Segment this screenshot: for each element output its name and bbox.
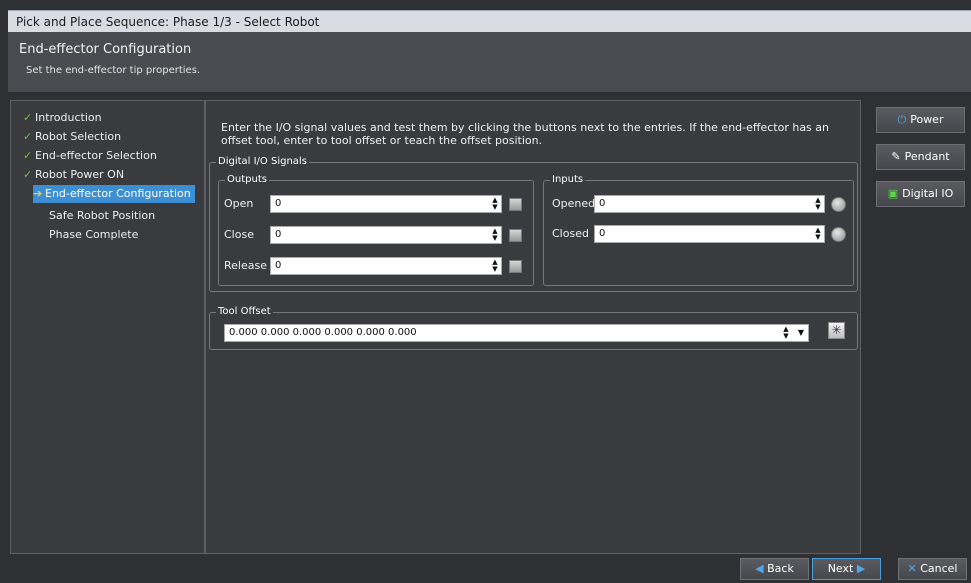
outputs-group: Outputs Open 0 ▲ ▼ Close 0 ▲ ▼ Release 0 ▲ ▼ — [218, 174, 534, 286]
window-title: Pick and Place Sequence: Phase 1/3 - Sel… — [16, 15, 320, 29]
step-end-effector-configuration[interactable]: ➔ End-effector Configuration — [33, 185, 195, 203]
pendant-label: Pendant — [904, 150, 950, 163]
back-label: Back — [767, 562, 794, 575]
pendant-icon: ✎ — [891, 150, 901, 163]
step-label: Introduction — [35, 111, 102, 124]
power-button[interactable]: ⏻ Power — [876, 107, 965, 133]
instructions-text: Enter the I/O signal values and test the… — [221, 121, 829, 147]
output-close-input[interactable]: 0 ▲ ▼ — [270, 226, 502, 244]
spinner-icon[interactable]: ▲ ▼ — [782, 326, 790, 340]
back-button[interactable]: ◀ Back — [740, 558, 809, 580]
page-subtitle: Set the end-effector tip properties. — [26, 65, 201, 76]
step-label: Robot Selection — [35, 130, 122, 143]
output-release-label: Release — [224, 259, 267, 272]
checkmark-icon: ✓ — [23, 149, 33, 162]
output-release-input[interactable]: 0 ▲ ▼ — [270, 257, 502, 275]
checkmark-icon: ✓ — [23, 130, 33, 143]
digital-io-group: Digital I/O Signals Outputs Open 0 ▲ ▼ Clo… — [209, 156, 858, 292]
output-release-value: 0 — [275, 260, 282, 271]
teach-offset-button[interactable]: ✳ — [828, 322, 845, 339]
step-phase-complete: Phase Complete — [49, 226, 138, 244]
step-robot-selection[interactable]: ✓ Robot Selection — [23, 128, 121, 146]
outputs-title: Outputs — [225, 174, 269, 186]
input-opened-value: 0 — [599, 198, 606, 209]
digital-io-button[interactable]: ▣ Digital IO — [876, 181, 965, 207]
window-title-bar: Pick and Place Sequence: Phase 1/3 - Sel… — [8, 10, 971, 32]
step-label: Robot Power ON — [35, 168, 125, 181]
tool-offset-input[interactable]: 0.000 0.000 0.000 0.000 0.000 0.000 ▲ ▼ ▼ — [224, 324, 809, 342]
digital-io-label: Digital IO — [902, 187, 954, 200]
spinner-icon[interactable]: ▲ ▼ — [491, 228, 499, 242]
step-label: End-effector Configuration — [45, 187, 191, 200]
spinner-icon[interactable]: ▲ ▼ — [491, 259, 499, 273]
next-label: Next — [827, 562, 854, 575]
steps-panel: ✓ Introduction ✓ Robot Selection ✓ End-effe… — [10, 100, 205, 554]
output-close-toggle[interactable] — [509, 229, 522, 242]
step-label: Phase Complete — [49, 228, 139, 241]
spinner-icon[interactable]: ▲ ▼ — [491, 197, 499, 211]
spinner-icon[interactable]: ▲ ▼ — [814, 197, 822, 211]
step-safe-robot-position: Safe Robot Position — [49, 207, 155, 225]
cancel-label: Cancel — [920, 562, 958, 575]
input-closed-value: 0 — [599, 228, 606, 239]
spinner-icon[interactable]: ▲ ▼ — [814, 227, 822, 241]
step-label: End-effector Selection — [35, 149, 157, 162]
next-arrow-icon: ▶ — [856, 562, 866, 575]
inputs-group: Inputs Opened 0 ▲ ▼ Closed 0 ▲ ▼ — [543, 174, 854, 286]
input-opened-label: Opened — [552, 197, 596, 210]
step-introduction[interactable]: ✓ Introduction — [23, 109, 102, 127]
chip-icon: ▣ — [887, 187, 899, 200]
close-icon: ✕ — [907, 562, 917, 575]
output-open-toggle[interactable] — [509, 198, 522, 211]
input-closed-indicator — [831, 227, 846, 242]
output-release-toggle[interactable] — [509, 260, 522, 273]
output-close-label: Close — [224, 228, 254, 241]
next-button[interactable]: Next ▶ — [812, 558, 881, 580]
step-end-effector-selection[interactable]: ✓ End-effector Selection — [23, 147, 157, 165]
dropdown-arrow-icon[interactable]: ▼ — [798, 325, 804, 341]
checkmark-icon: ✓ — [23, 168, 33, 181]
main-panel: Enter the I/O signal values and test the… — [205, 100, 861, 554]
power-label: Power — [910, 113, 944, 126]
page-title: End-effector Configuration — [19, 42, 192, 57]
back-arrow-icon: ◀ — [755, 562, 764, 575]
page-header: End-effector Configuration Set the end-e… — [8, 32, 971, 92]
step-label: Safe Robot Position — [49, 209, 156, 222]
sparkle-icon: ✳ — [831, 323, 842, 337]
input-closed-input[interactable]: 0 ▲ ▼ — [594, 225, 825, 243]
tool-offset-value: 0.000 0.000 0.000 0.000 0.000 0.000 — [229, 327, 417, 338]
input-opened-indicator — [831, 197, 846, 212]
digital-io-title: Digital I/O Signals — [216, 156, 309, 168]
input-opened-input[interactable]: 0 ▲ ▼ — [594, 195, 825, 213]
pendant-button[interactable]: ✎ Pendant — [876, 144, 965, 170]
cancel-button[interactable]: ✕ Cancel — [898, 558, 967, 580]
output-open-label: Open — [224, 197, 254, 210]
inputs-title: Inputs — [550, 174, 586, 186]
arrow-right-icon: ➔ — [33, 187, 43, 200]
power-icon: ⏻ — [897, 113, 907, 126]
checkmark-icon: ✓ — [23, 111, 33, 124]
step-robot-power-on[interactable]: ✓ Robot Power ON — [23, 166, 124, 184]
tool-offset-group: Tool Offset 0.000 0.000 0.000 0.000 0.00… — [209, 306, 858, 350]
output-open-input[interactable]: 0 ▲ ▼ — [270, 195, 502, 213]
input-closed-label: Closed — [552, 227, 589, 240]
output-open-value: 0 — [275, 198, 282, 209]
output-close-value: 0 — [275, 229, 282, 240]
tool-offset-title: Tool Offset — [216, 306, 273, 318]
